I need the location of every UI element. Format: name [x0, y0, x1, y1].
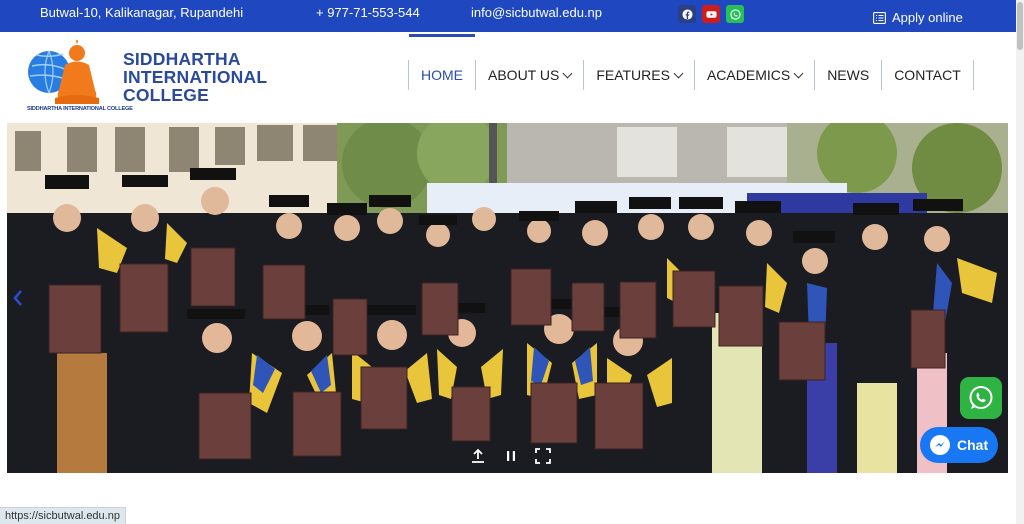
chat-label: Chat	[957, 437, 989, 453]
whatsapp-icon[interactable]	[726, 5, 744, 23]
college-name-line1: SIDDHARTHA	[123, 49, 241, 69]
college-name[interactable]: SIDDHARTHA INTERNATIONAL COLLEGE	[123, 50, 267, 104]
nav-news-label: NEWS	[827, 67, 870, 83]
site-header: SIDDHARTHA INTERNATIONAL COLLEGE SIDDHAR…	[0, 32, 1016, 120]
whatsapp-icon	[969, 386, 993, 409]
address-text: Butwal-10, Kalikanagar, Rupandehi	[40, 5, 244, 20]
expand-icon[interactable]	[534, 447, 552, 465]
pause-icon[interactable]	[502, 447, 520, 465]
nav-news[interactable]: NEWS	[814, 60, 881, 90]
messenger-chat-button[interactable]: Chat	[920, 427, 998, 463]
nav-home[interactable]: HOME	[408, 34, 475, 90]
nav-academics-label: ACADEMICS	[706, 67, 791, 83]
email-link[interactable]: info@sicbutwal.edu.np	[471, 5, 602, 20]
nav-features-label: FEATURES	[596, 67, 670, 83]
college-logo[interactable]: SIDDHARTHA INTERNATIONAL COLLEGE	[27, 40, 133, 120]
fullscreen-icon[interactable]	[469, 447, 487, 465]
hero-slider[interactable]: Congratu	[7, 123, 1008, 473]
whatsapp-float-button[interactable]	[960, 377, 1002, 419]
logo-caption: SIDDHARTHA INTERNATIONAL COLLEGE	[27, 106, 133, 112]
list-icon	[873, 11, 886, 24]
chevron-down-icon	[562, 68, 573, 78]
youtube-icon[interactable]	[702, 5, 720, 23]
college-name-line2: INTERNATIONAL	[123, 67, 268, 87]
top-bar: Butwal-10, Kalikanagar, Rupandehi + 977-…	[0, 0, 1016, 32]
apply-online-label: Apply online	[892, 10, 963, 25]
graduation-photo: Congratu	[7, 123, 1008, 473]
phone-link[interactable]: + 977-71-553-544	[316, 5, 420, 20]
messenger-icon	[930, 435, 950, 455]
main-nav: HOME ABOUT US FEATURES ACADEMICS NEWS CO…	[408, 34, 974, 94]
nav-about-us[interactable]: ABOUT US	[475, 60, 583, 90]
scrollbar[interactable]	[1016, 0, 1024, 524]
chevron-left-icon[interactable]	[9, 283, 27, 313]
nav-about-us-label: ABOUT US	[488, 67, 560, 83]
facebook-icon[interactable]	[678, 5, 696, 23]
chevron-down-icon	[673, 68, 684, 78]
college-name-line3: COLLEGE	[123, 85, 209, 105]
nav-contact-label: CONTACT	[894, 67, 961, 83]
scrollbar-thumb[interactable]	[1017, 2, 1023, 50]
nav-contact[interactable]: CONTACT	[881, 60, 974, 90]
status-url: https://sicbutwal.edu.np	[0, 507, 126, 524]
chevron-down-icon	[793, 68, 804, 78]
nav-features[interactable]: FEATURES	[583, 60, 694, 90]
apply-online-link[interactable]: Apply online	[873, 10, 963, 25]
nav-home-label: HOME	[421, 67, 463, 83]
nav-academics[interactable]: ACADEMICS	[693, 60, 814, 90]
